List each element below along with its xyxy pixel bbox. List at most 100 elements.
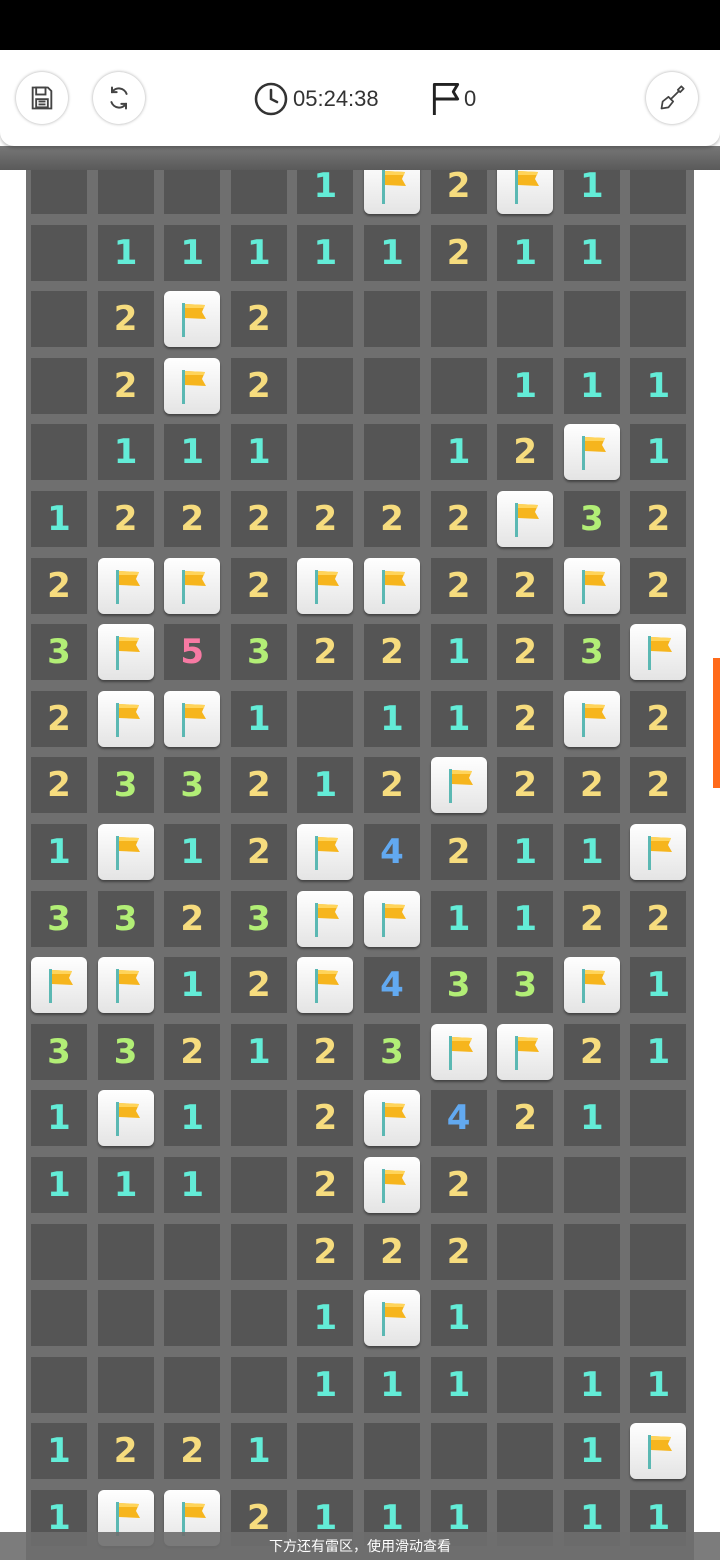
- scroll-thumb[interactable]: [713, 658, 720, 788]
- flagged-cell[interactable]: [97, 824, 154, 880]
- number-cell[interactable]: 1: [97, 224, 154, 281]
- number-cell[interactable]: 2: [430, 557, 487, 614]
- number-cell[interactable]: 1: [563, 1090, 620, 1147]
- flagged-cell[interactable]: [563, 424, 620, 481]
- number-cell[interactable]: 1: [630, 957, 687, 1014]
- number-cell[interactable]: 2: [497, 624, 554, 681]
- empty-cell[interactable]: [230, 1290, 287, 1347]
- number-cell[interactable]: 2: [630, 557, 687, 614]
- empty-cell[interactable]: [364, 357, 420, 414]
- number-cell[interactable]: 3: [31, 890, 87, 947]
- empty-cell[interactable]: [364, 424, 420, 481]
- number-cell[interactable]: 2: [430, 824, 487, 880]
- number-cell[interactable]: 2: [430, 224, 487, 281]
- number-cell[interactable]: 2: [230, 491, 287, 547]
- number-cell[interactable]: 3: [164, 757, 221, 814]
- number-cell[interactable]: 1: [563, 357, 620, 414]
- flagged-cell[interactable]: [364, 1290, 420, 1347]
- number-cell[interactable]: 1: [430, 1290, 487, 1347]
- empty-cell[interactable]: [31, 1356, 87, 1413]
- number-cell[interactable]: 4: [430, 1090, 487, 1147]
- empty-cell[interactable]: [164, 1290, 221, 1347]
- number-cell[interactable]: 2: [630, 491, 687, 547]
- flagged-cell[interactable]: [497, 491, 554, 547]
- flagged-cell[interactable]: [164, 557, 221, 614]
- flagged-cell[interactable]: [97, 1090, 154, 1147]
- number-cell[interactable]: 2: [164, 890, 221, 947]
- number-cell[interactable]: 1: [164, 1157, 221, 1213]
- number-cell[interactable]: 1: [164, 824, 221, 880]
- empty-cell[interactable]: [297, 357, 354, 414]
- number-cell[interactable]: 1: [164, 957, 221, 1014]
- empty-cell[interactable]: [31, 224, 87, 281]
- number-cell[interactable]: 2: [230, 357, 287, 414]
- minefield-board[interactable]: 1211111121122221111111211222222322222235…: [26, 148, 694, 1560]
- number-cell[interactable]: 1: [230, 1023, 287, 1080]
- number-cell[interactable]: 1: [430, 424, 487, 481]
- empty-cell[interactable]: [630, 1157, 687, 1213]
- number-cell[interactable]: 2: [97, 291, 154, 348]
- empty-cell[interactable]: [97, 1290, 154, 1347]
- number-cell[interactable]: 3: [563, 491, 620, 547]
- number-cell[interactable]: 1: [630, 424, 687, 481]
- flagged-cell[interactable]: [297, 890, 354, 947]
- number-cell[interactable]: 2: [97, 1423, 154, 1480]
- number-cell[interactable]: 3: [497, 957, 554, 1014]
- flagged-cell[interactable]: [97, 690, 154, 747]
- number-cell[interactable]: 1: [31, 824, 87, 880]
- number-cell[interactable]: 1: [430, 1356, 487, 1413]
- number-cell[interactable]: 1: [497, 824, 554, 880]
- number-cell[interactable]: 2: [497, 424, 554, 481]
- flagged-cell[interactable]: [430, 757, 487, 814]
- number-cell[interactable]: 2: [563, 1023, 620, 1080]
- flagged-cell[interactable]: [164, 291, 221, 348]
- number-cell[interactable]: 3: [430, 957, 487, 1014]
- empty-cell[interactable]: [297, 291, 354, 348]
- empty-cell[interactable]: [31, 1223, 87, 1280]
- number-cell[interactable]: 5: [164, 624, 221, 681]
- number-cell[interactable]: 1: [230, 690, 287, 747]
- number-cell[interactable]: 2: [497, 690, 554, 747]
- number-cell[interactable]: 1: [497, 224, 554, 281]
- number-cell[interactable]: 2: [297, 1023, 354, 1080]
- empty-cell[interactable]: [297, 424, 354, 481]
- number-cell[interactable]: 1: [364, 1356, 420, 1413]
- number-cell[interactable]: 3: [31, 1023, 87, 1080]
- empty-cell[interactable]: [497, 291, 554, 348]
- number-cell[interactable]: 2: [364, 491, 420, 547]
- number-cell[interactable]: 1: [630, 1023, 687, 1080]
- flagged-cell[interactable]: [297, 557, 354, 614]
- number-cell[interactable]: 2: [497, 557, 554, 614]
- empty-cell[interactable]: [164, 1223, 221, 1280]
- number-cell[interactable]: 1: [630, 357, 687, 414]
- empty-cell[interactable]: [297, 690, 354, 747]
- number-cell[interactable]: 1: [230, 1423, 287, 1480]
- empty-cell[interactable]: [31, 1290, 87, 1347]
- number-cell[interactable]: 3: [97, 1023, 154, 1080]
- empty-cell[interactable]: [497, 1157, 554, 1213]
- number-cell[interactable]: 2: [364, 757, 420, 814]
- number-cell[interactable]: 1: [31, 1157, 87, 1213]
- number-cell[interactable]: 2: [230, 557, 287, 614]
- number-cell[interactable]: 2: [230, 957, 287, 1014]
- number-cell[interactable]: 1: [164, 224, 221, 281]
- number-cell[interactable]: 1: [297, 757, 354, 814]
- number-cell[interactable]: 1: [297, 1356, 354, 1413]
- empty-cell[interactable]: [497, 1290, 554, 1347]
- flagged-cell[interactable]: [297, 824, 354, 880]
- empty-cell[interactable]: [364, 1423, 420, 1480]
- number-cell[interactable]: 1: [31, 1423, 87, 1480]
- number-cell[interactable]: 2: [164, 1423, 221, 1480]
- empty-cell[interactable]: [630, 1090, 687, 1147]
- empty-cell[interactable]: [297, 1423, 354, 1480]
- empty-cell[interactable]: [31, 357, 87, 414]
- flagged-cell[interactable]: [563, 957, 620, 1014]
- empty-cell[interactable]: [230, 1223, 287, 1280]
- number-cell[interactable]: 3: [230, 890, 287, 947]
- number-cell[interactable]: 1: [563, 224, 620, 281]
- flagged-cell[interactable]: [97, 957, 154, 1014]
- empty-cell[interactable]: [630, 1223, 687, 1280]
- restart-button[interactable]: [93, 72, 145, 124]
- number-cell[interactable]: 2: [430, 491, 487, 547]
- number-cell[interactable]: 2: [97, 357, 154, 414]
